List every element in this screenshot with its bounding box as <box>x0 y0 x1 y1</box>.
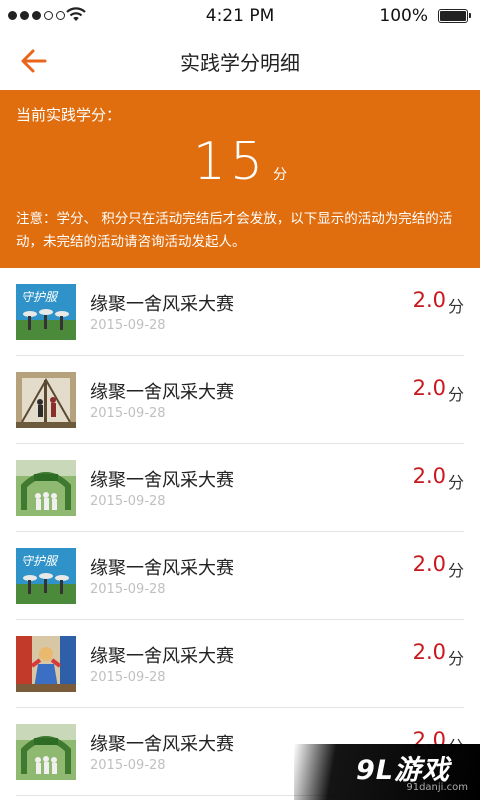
current-credit-value: 15 <box>192 132 268 192</box>
activity-date: 2015-09-28 <box>90 582 166 597</box>
page-title: 实践学分明细 <box>180 51 300 75</box>
site-watermark: 9L游戏 91danji.com <box>294 744 480 800</box>
thumbnail-caption: 守护服 <box>21 554 59 568</box>
activity-credit-unit: 分 <box>447 473 464 492</box>
activity-credit: 2.0 <box>412 288 446 312</box>
notice-text: 注意：学分、 积分只在活动完结后才会发放，以下显示的活动为完结的活动，未完结的活… <box>16 211 453 250</box>
activity-credit-unit: 分 <box>447 385 464 404</box>
current-credit: 15 分 <box>0 132 480 192</box>
battery-icon <box>438 9 471 23</box>
activity-date: 2015-09-28 <box>90 406 166 421</box>
list-item[interactable]: 缘聚一舍风采大赛 2015-09-28 2.0 分 <box>0 444 480 532</box>
credit-summary-panel: 当前实践学分： 15 分 注意：学分、 积分只在活动完结后才会发放，以下显示的活动… <box>0 90 480 268</box>
current-credit-label: 当前实践学分： <box>16 106 122 124</box>
battery-percentage: 100% <box>379 6 428 26</box>
activity-title: 缘聚一舍风采大赛 <box>90 382 234 403</box>
activity-title: 缘聚一舍风采大赛 <box>90 558 234 579</box>
activity-credit-unit: 分 <box>447 649 464 668</box>
activity-date: 2015-09-28 <box>90 670 166 685</box>
thumbnail-caption: 守护服 <box>21 290 59 304</box>
list-item[interactable]: 守护服 缘聚一舍风采大赛 2015-09-28 2.0 分 <box>0 268 480 356</box>
activity-credit: 2.0 <box>412 376 446 400</box>
activity-title: 缘聚一舍风采大赛 <box>90 646 234 667</box>
activity-title: 缘聚一舍风采大赛 <box>90 734 234 755</box>
activity-thumbnail: 守护服 <box>16 284 76 340</box>
current-credit-unit: 分 <box>273 167 288 183</box>
activity-credit: 2.0 <box>412 464 446 488</box>
activity-title: 缘聚一舍风采大赛 <box>90 294 234 315</box>
activity-date: 2015-09-28 <box>90 318 166 333</box>
watermark-domain: 91danji.com <box>406 782 468 793</box>
list-item[interactable]: 缘聚一舍风采大赛 2015-09-28 2.0 分 <box>0 356 480 444</box>
activity-date: 2015-09-28 <box>90 758 166 773</box>
list-item[interactable]: 缘聚一舍风采大赛 2015-09-28 2.0 分 <box>0 620 480 708</box>
activity-date: 2015-09-28 <box>90 494 166 509</box>
activity-credit-unit: 分 <box>447 561 464 580</box>
activity-credit: 2.0 <box>412 640 446 664</box>
activity-thumbnail <box>16 724 76 780</box>
activity-thumbnail <box>16 460 76 516</box>
activity-thumbnail <box>16 372 76 428</box>
activity-thumbnail <box>16 636 76 692</box>
activity-credit: 2.0 <box>412 552 446 576</box>
activity-credit-unit: 分 <box>447 297 464 316</box>
nav-bar: 实践学分明细 <box>0 32 480 90</box>
status-bar: 4:21 PM 100% <box>0 0 480 32</box>
activity-list: 守护服 缘聚一舍风采大赛 2015-09-28 2.0 分 缘聚一舍风采大赛 2… <box>0 268 480 796</box>
activity-thumbnail: 守护服 <box>16 548 76 604</box>
list-item[interactable]: 守护服 缘聚一舍风采大赛 2015-09-28 2.0 分 <box>0 532 480 620</box>
activity-title: 缘聚一舍风采大赛 <box>90 470 234 491</box>
